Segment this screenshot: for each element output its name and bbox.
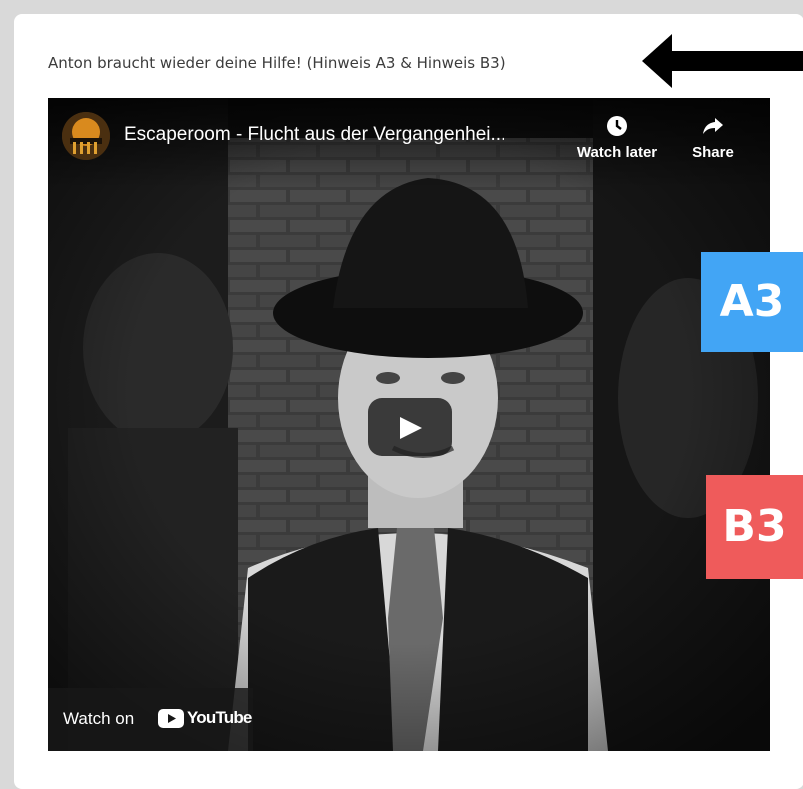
- play-button[interactable]: [368, 398, 452, 456]
- watch-later-label: Watch later: [576, 144, 658, 161]
- share-button[interactable]: Share: [678, 114, 748, 161]
- video-title[interactable]: Escaperoom - Flucht aus der Vergangenhei…: [124, 124, 504, 146]
- post-caption: Anton braucht wieder deine Hilfe! (Hinwe…: [48, 54, 506, 72]
- watch-on-youtube-link[interactable]: Watch on YouTube: [48, 688, 253, 751]
- share-label: Share: [692, 144, 734, 161]
- youtube-wordmark: YouTube: [187, 708, 252, 727]
- youtube-logo-icon: YouTube: [158, 708, 252, 730]
- hint-badge-a3: A3: [701, 252, 803, 352]
- arrow-left-icon: [642, 34, 803, 88]
- watch-on-label: Watch on: [63, 709, 135, 728]
- share-icon: [678, 114, 748, 142]
- youtube-embed[interactable]: Escaperoom - Flucht aus der Vergangenhei…: [48, 98, 770, 751]
- hint-badge-b3: B3: [706, 475, 803, 579]
- clock-icon: [572, 114, 662, 142]
- channel-logo-icon: [62, 112, 110, 160]
- watch-later-button[interactable]: Watch later: [572, 114, 662, 161]
- play-icon: [400, 417, 422, 439]
- channel-avatar[interactable]: [62, 112, 110, 160]
